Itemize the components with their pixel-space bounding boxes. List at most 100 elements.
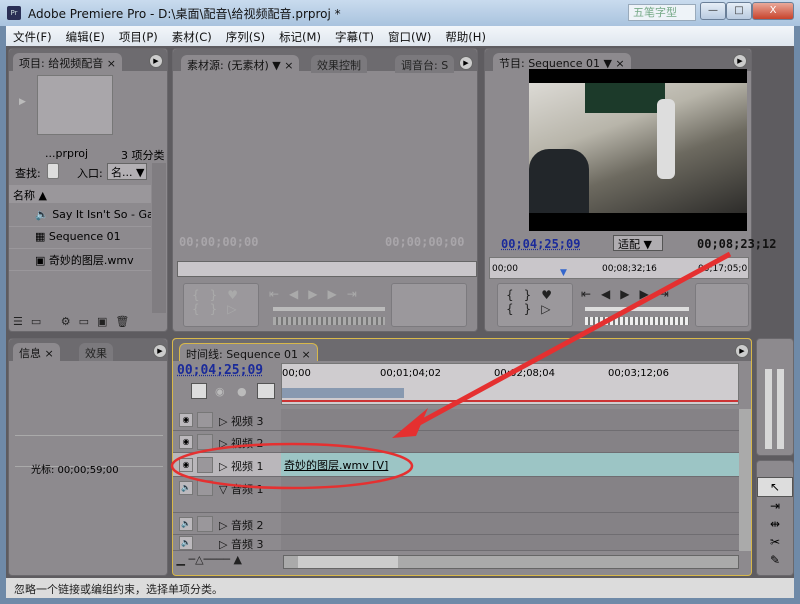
panel-menu-icon[interactable]: ▶ xyxy=(735,344,749,358)
lock-toggle[interactable] xyxy=(197,516,213,532)
program-marker-buttons[interactable]: {}♥ {}▷ xyxy=(497,283,573,327)
menu-clip[interactable]: 素材(C) xyxy=(165,26,219,46)
menu-marker[interactable]: 标记(M) xyxy=(272,26,328,46)
tab-label: 时间线: Sequence 01 xyxy=(186,348,298,361)
source-transport-controls[interactable]: ⇤◀▶▶⇥ xyxy=(269,287,367,301)
panel-menu-icon[interactable]: ▶ xyxy=(149,54,163,68)
work-area-bar[interactable] xyxy=(282,388,404,398)
panel-menu-icon[interactable]: ▶ xyxy=(459,56,473,70)
keyframe-icon[interactable]: ● xyxy=(237,385,247,398)
menu-sequence[interactable]: 序列(S) xyxy=(219,26,272,46)
source-jog[interactable] xyxy=(273,317,385,325)
timeline-vertical-scrollbar[interactable] xyxy=(739,409,751,551)
maximize-button[interactable]: □ xyxy=(726,2,752,20)
lock-toggle[interactable] xyxy=(197,480,213,496)
speaker-icon[interactable]: 🔈 xyxy=(179,481,193,495)
tab-project[interactable]: 项目: 给视频配音 × xyxy=(13,53,122,71)
ruler-label: 00;08;32;16 xyxy=(602,264,657,274)
tab-effect-controls[interactable]: 效果控制 xyxy=(311,55,367,73)
ruler-label: 00;00 xyxy=(492,264,518,274)
source-tc-out[interactable]: 00;00;00;00 xyxy=(385,235,464,249)
track-audio-2: 🔈 ▷ 音频 2 xyxy=(173,513,739,535)
tab-audio-mixer[interactable]: 调音台: S xyxy=(395,55,455,73)
tab-source[interactable]: 素材源: (无素材) ▼ × xyxy=(181,55,300,73)
track-audio-3: 🔈 ▷ 音频 3 xyxy=(173,535,739,551)
thumbnail-preview xyxy=(37,75,113,135)
in-value: 名... xyxy=(111,166,133,179)
program-current-timecode[interactable]: 00;04;25;09 xyxy=(501,237,580,251)
program-jog[interactable] xyxy=(585,317,689,325)
video-file-icon: ▣ xyxy=(35,254,46,267)
timeline-timecode[interactable]: 00;04;25;09 xyxy=(177,363,263,378)
timeline-horizontal-scrollbar[interactable] xyxy=(283,555,739,569)
find-input[interactable] xyxy=(47,163,59,179)
program-duration: 00;08;23;12 xyxy=(697,237,777,251)
program-transport-controls[interactable]: ⇤◀▶▶⇥ xyxy=(581,287,679,301)
list-item[interactable]: 🔈 Say It Isn't So - Gare xyxy=(9,205,151,227)
menu-help[interactable]: 帮助(H) xyxy=(438,26,493,46)
selection-tool-icon[interactable]: ↖ xyxy=(757,477,793,497)
razor-tool-icon[interactable]: ✂ xyxy=(757,533,793,551)
lock-toggle[interactable] xyxy=(197,457,213,473)
menu-window[interactable]: 窗口(W) xyxy=(381,26,438,46)
timeline-ruler[interactable]: 00;00 00;01;04;02 00;02;08;04 00;03;12;0… xyxy=(281,363,739,405)
project-list: 🔈 Say It Isn't So - Gare ▦ Sequence 01 ▣… xyxy=(9,205,151,271)
cursor-readout: 光标: 00;00;59;00 xyxy=(31,465,119,476)
snap-icon[interactable] xyxy=(191,383,207,399)
track-name: ▷ 音频 2 xyxy=(219,519,264,532)
program-shuttle[interactable] xyxy=(585,307,689,311)
program-edit-buttons[interactable] xyxy=(695,283,749,327)
minimize-button[interactable]: — xyxy=(700,2,726,20)
panel-menu-icon[interactable]: ▶ xyxy=(733,54,747,68)
eye-icon[interactable]: ◉ xyxy=(179,413,193,427)
tab-label: 项目: 给视频配音 xyxy=(19,57,104,70)
play-thumbnail-icon[interactable]: ▶ xyxy=(19,97,26,107)
zoom-fit-dropdown[interactable]: 适配 ▼ xyxy=(613,235,663,251)
ripple-edit-tool-icon[interactable]: ⇹ xyxy=(757,515,793,533)
tab-timeline[interactable]: 时间线: Sequence 01 × xyxy=(179,343,318,361)
work-area-icon[interactable] xyxy=(257,383,275,399)
set-marker-icon[interactable]: ◉ xyxy=(215,385,225,398)
source-time-ruler[interactable] xyxy=(177,261,477,277)
lock-toggle[interactable] xyxy=(197,434,213,450)
name-column-header[interactable]: 名称 ▲ xyxy=(9,185,151,203)
menu-project[interactable]: 项目(P) xyxy=(112,26,165,46)
source-edit-buttons[interactable] xyxy=(391,283,467,327)
menu-edit[interactable]: 编辑(E) xyxy=(59,26,112,46)
source-marker-buttons[interactable]: {}♥ {}▷ xyxy=(183,283,259,327)
speaker-icon[interactable]: 🔈 xyxy=(179,517,193,531)
source-monitor-panel: 素材源: (无素材) ▼ × 效果控制 调音台: S ▶ 00;00;00;00… xyxy=(172,48,478,332)
zoom-slider[interactable]: ▁ ─△──── ▲ xyxy=(173,553,281,573)
ruler-label: 00;02;08;04 xyxy=(494,368,556,379)
menu-file[interactable]: 文件(F) xyxy=(6,26,59,46)
tracks-area: ◉ ▷ 视频 3 ◉ ▷ 视频 2 ◉ ▷ 视频 1 奇妙的图层.wmv [V] 🔈 ▽… xyxy=(173,409,739,551)
premiere-app-icon: Pr xyxy=(7,6,21,20)
project-panel: 项目: 给视频配音 × ▶ ▶ ...prproj 3 项分类 查找: 入口: … xyxy=(8,48,168,332)
track-name: ▷ 视频 3 xyxy=(219,415,264,428)
close-button[interactable]: X xyxy=(752,2,794,20)
list-item[interactable]: ▣ 奇妙的图层.wmv xyxy=(9,249,151,271)
panel-menu-icon[interactable]: ▶ xyxy=(153,344,167,358)
playhead-icon[interactable]: ▼ xyxy=(560,268,567,278)
eye-icon[interactable]: ◉ xyxy=(179,458,193,472)
project-scrollbar[interactable] xyxy=(152,163,166,313)
meter-right xyxy=(777,369,784,449)
list-item[interactable]: ▦ Sequence 01 xyxy=(9,227,151,249)
lock-toggle[interactable] xyxy=(197,412,213,428)
tab-effects[interactable]: 效果 xyxy=(79,343,113,361)
speaker-icon[interactable]: 🔈 xyxy=(179,536,193,550)
tab-info[interactable]: 信息 × xyxy=(13,343,60,361)
pen-tool-icon[interactable]: ✎ xyxy=(757,551,793,569)
status-bar: 忽略一个链接或编组约束，选择单项分类。 xyxy=(6,578,794,598)
in-dropdown[interactable]: 名... ▼ xyxy=(107,163,147,180)
track-select-tool-icon[interactable]: ⇥ xyxy=(757,497,793,515)
program-time-ruler[interactable]: 00;00 00;08;32;16 00;17;05;0 ▼ xyxy=(489,257,749,279)
menu-title[interactable]: 字幕(T) xyxy=(328,26,381,46)
eye-icon[interactable]: ◉ xyxy=(179,435,193,449)
track-video-3: ◉ ▷ 视频 3 xyxy=(173,409,739,431)
video-clip[interactable]: 奇妙的图层.wmv [V] xyxy=(281,453,739,476)
watermark-logo: 五笔字型 xyxy=(628,4,696,21)
project-toolbar-icons[interactable]: ☰▭ ⚙▭▣🗑 xyxy=(13,315,137,328)
source-tc-in[interactable]: 00;00;00;00 xyxy=(179,235,258,249)
source-shuttle[interactable] xyxy=(273,307,385,311)
